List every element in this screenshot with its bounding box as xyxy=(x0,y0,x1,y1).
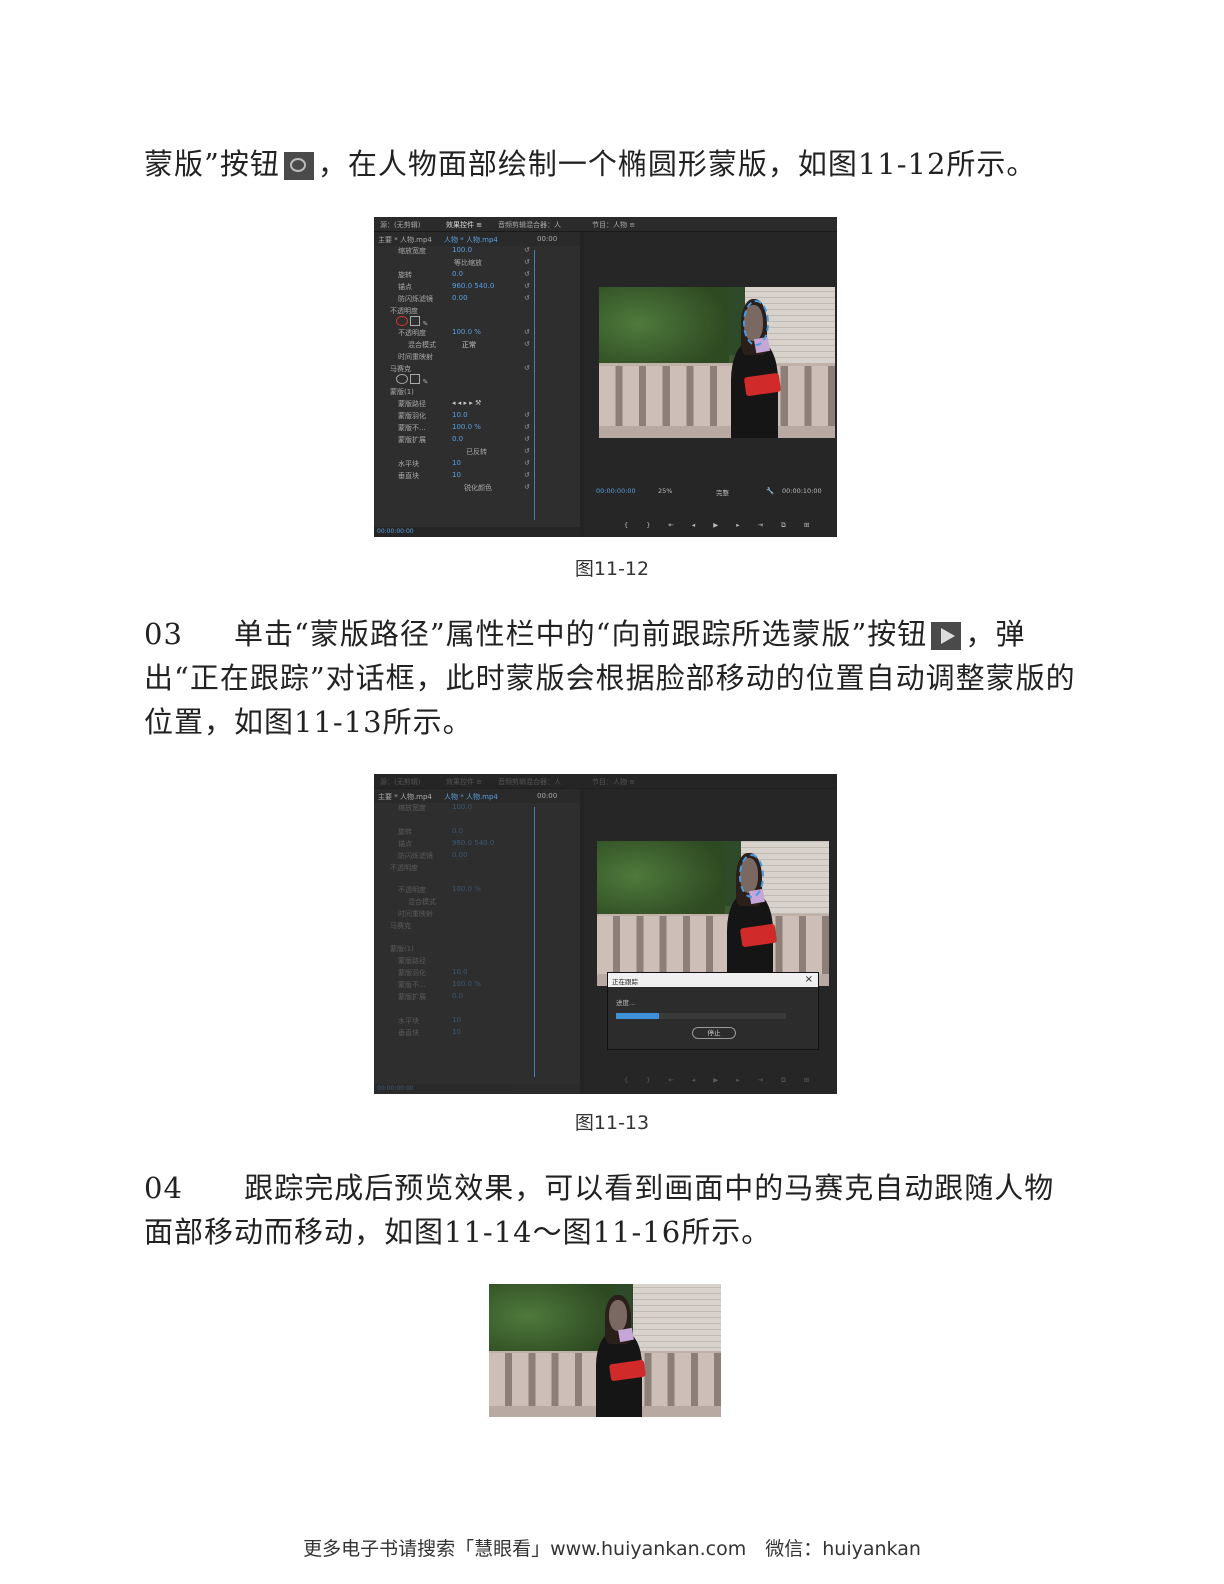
tab-audio-mixer[interactable]: 音频剪辑混合器：人 xyxy=(498,777,561,787)
panel-tab-bar: 源：(无剪辑) 效果控件 ≡ 音频剪辑混合器：人 节目：人物 ≡ xyxy=(374,774,837,789)
reset-icon: ↺ xyxy=(524,270,530,278)
reset-icon: ↺ xyxy=(524,471,530,479)
dialog-status: 进度... xyxy=(616,999,636,1007)
transport-controls[interactable]: { } ⇤ ◂ ▶ ▸ ⇥ ⧉ ⊞ xyxy=(624,1076,837,1085)
transport-controls[interactable]: { } ⇤ ◂ ▶ ▸ ⇥ ⧉ ⊞ xyxy=(624,521,837,530)
step-number: 04 xyxy=(144,1171,183,1205)
tab-effect-controls[interactable]: 效果控件 ≡ xyxy=(446,777,482,787)
timecode-bottom: 00:00:00:00 xyxy=(374,1084,580,1094)
paragraph-3: 03 单击“蒙版路径”属性栏中的“向前跟踪所选蒙版”按钮 ，弹出“正在跟踪”对话框… xyxy=(144,612,1084,744)
ellipse-mask-icon xyxy=(283,152,314,180)
paragraph-3-text-before: 单击“蒙版路径”属性栏中的“向前跟踪所选蒙版”按钮 xyxy=(234,617,928,651)
figure-caption-11-13: 图11-13 xyxy=(574,1112,650,1134)
tracking-progress-bar xyxy=(616,1013,786,1019)
tracking-dialog: 正在跟踪 × 进度... 停止 xyxy=(607,972,819,1050)
dialog-title: 正在跟踪 xyxy=(612,978,638,986)
quality-select[interactable]: 完整 xyxy=(716,487,729,497)
timecode-bottom: 00:00:00:00 xyxy=(374,527,580,537)
ellipse-tool-icon xyxy=(396,316,408,326)
figure-11-12-screenshot: 源：(无剪辑) 效果控件 ≡ 音频剪辑混合器：人 节目：人物 ≡ 主要 * 人物… xyxy=(374,217,837,537)
source-label: 主要 * 人物.mp4 xyxy=(378,236,432,244)
track-controls: ◂ ◂ ▸ ▸ ⚒ xyxy=(452,399,482,407)
video-frame xyxy=(599,287,835,438)
playhead-line[interactable] xyxy=(534,807,535,1077)
tab-program[interactable]: 节目：人物 ≡ xyxy=(592,777,635,787)
tab-audio-mixer[interactable]: 音频剪辑混合器：人 xyxy=(498,220,561,230)
ellipse-tool-icon xyxy=(396,374,408,384)
figure-caption-11-12: 图11-12 xyxy=(574,558,650,580)
figure-11-14-photo xyxy=(489,1284,721,1417)
step-number: 03 xyxy=(144,617,183,651)
mask-shape-tools-mosaic[interactable]: ✎ xyxy=(396,374,428,386)
wrench-icon[interactable]: 🔧 xyxy=(766,487,774,495)
timecode-top: 00:00 xyxy=(537,235,558,243)
pen-tool-icon: ✎ xyxy=(422,320,429,328)
tab-effect-controls[interactable]: 效果控件 ≡ xyxy=(446,220,482,230)
rect-tool-icon xyxy=(410,374,421,384)
timecode-top: 00:00 xyxy=(537,792,558,800)
tab-source[interactable]: 源：(无剪辑) xyxy=(380,777,420,787)
track-forward-icon xyxy=(931,622,962,650)
reset-icon: ↺ xyxy=(524,435,530,443)
program-timecode: 00:00:00:00 xyxy=(596,487,636,495)
reset-icon: ↺ xyxy=(524,411,530,419)
reset-icon: ↺ xyxy=(524,246,530,254)
reset-icon: ↺ xyxy=(524,459,530,467)
panel-tab-bar: 源：(无剪辑) 效果控件 ≡ 音频剪辑混合器：人 节目：人物 ≡ xyxy=(374,217,837,232)
progress-fill xyxy=(616,1013,659,1019)
tab-program[interactable]: 节目：人物 ≡ xyxy=(592,220,635,230)
reset-icon: ↺ xyxy=(524,340,530,348)
tab-source[interactable]: 源：(无剪辑) xyxy=(380,220,420,230)
mask-shape-tools[interactable]: ✎ xyxy=(396,316,428,328)
reset-icon: ↺ xyxy=(524,447,530,455)
ellipse-mask-outline[interactable] xyxy=(738,853,765,898)
video-frame xyxy=(597,841,829,986)
pen-tool-icon: ✎ xyxy=(422,378,429,386)
effect-controls-panel: 主要 * 人物.mp4 人物 * 人物.mp4 00:00 缩放宽度 100.0 … xyxy=(374,789,580,1094)
source-label: 主要 * 人物.mp4 xyxy=(378,793,432,801)
stop-button[interactable]: 停止 xyxy=(692,1027,736,1039)
clip-label[interactable]: 人物 * 人物.mp4 xyxy=(444,235,498,245)
paragraph-4-text: 跟踪完成后预览效果，可以看到画面中的马赛克自动跟随人物面部移动而移动，如图11-… xyxy=(144,1171,1055,1249)
clip-header: 主要 * 人物.mp4 人物 * 人物.mp4 00:00 xyxy=(374,789,580,803)
zoom-select[interactable]: 25% xyxy=(658,487,672,495)
reset-icon: ↺ xyxy=(524,328,530,336)
reset-icon: ↺ xyxy=(524,258,530,266)
dialog-titlebar: 正在跟踪 × xyxy=(608,973,818,987)
reset-icon: ↺ xyxy=(524,364,530,372)
clip-header: 主要 * 人物.mp4 人物 * 人物.mp4 00:00 xyxy=(374,232,580,246)
reset-icon: ↺ xyxy=(524,423,530,431)
figure-11-13-screenshot: 源：(无剪辑) 效果控件 ≡ 音频剪辑混合器：人 节目：人物 ≡ 主要 * 人物… xyxy=(374,774,837,1094)
paragraph-1-text-before: 蒙版”按钮 xyxy=(144,147,280,181)
effect-controls-panel: 主要 * 人物.mp4 人物 * 人物.mp4 00:00 缩放宽度 100.0 ↺… xyxy=(374,232,580,537)
paragraph-1-text-after: ，在人物面部绘制一个椭圆形蒙版，如图11-12所示。 xyxy=(317,147,1037,181)
paragraph-1: 蒙版”按钮 ，在人物面部绘制一个椭圆形蒙版，如图11-12所示。 xyxy=(144,142,1084,186)
reset-icon: ↺ xyxy=(524,294,530,302)
reset-icon: ↺ xyxy=(524,282,530,290)
playhead-line[interactable] xyxy=(534,250,535,520)
footer-watermark: 更多电子书请搜索「慧眼看」www.huiyankan.com 微信：huiyan… xyxy=(303,1538,921,1560)
close-icon[interactable]: × xyxy=(805,974,813,985)
rect-tool-icon xyxy=(410,316,421,326)
clip-label[interactable]: 人物 * 人物.mp4 xyxy=(444,792,498,802)
reset-icon: ↺ xyxy=(524,483,530,491)
paragraph-4: 04 跟踪完成后预览效果，可以看到画面中的马赛克自动跟随人物面部移动而移动，如图… xyxy=(144,1166,1084,1254)
duration: 00:00:10:00 xyxy=(782,487,822,495)
